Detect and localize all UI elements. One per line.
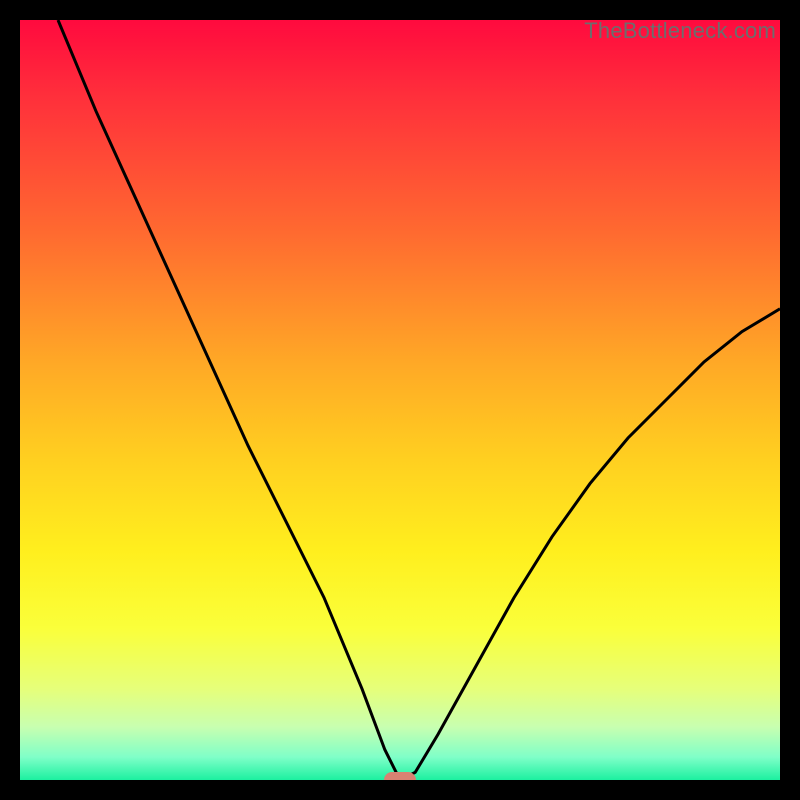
plot-area — [20, 20, 780, 780]
marker-dot — [384, 772, 416, 780]
attribution-text: TheBottleneck.com — [584, 18, 776, 44]
chart-frame: TheBottleneck.com — [20, 20, 780, 780]
curve-svg — [20, 20, 780, 780]
bottleneck-curve — [58, 20, 780, 780]
